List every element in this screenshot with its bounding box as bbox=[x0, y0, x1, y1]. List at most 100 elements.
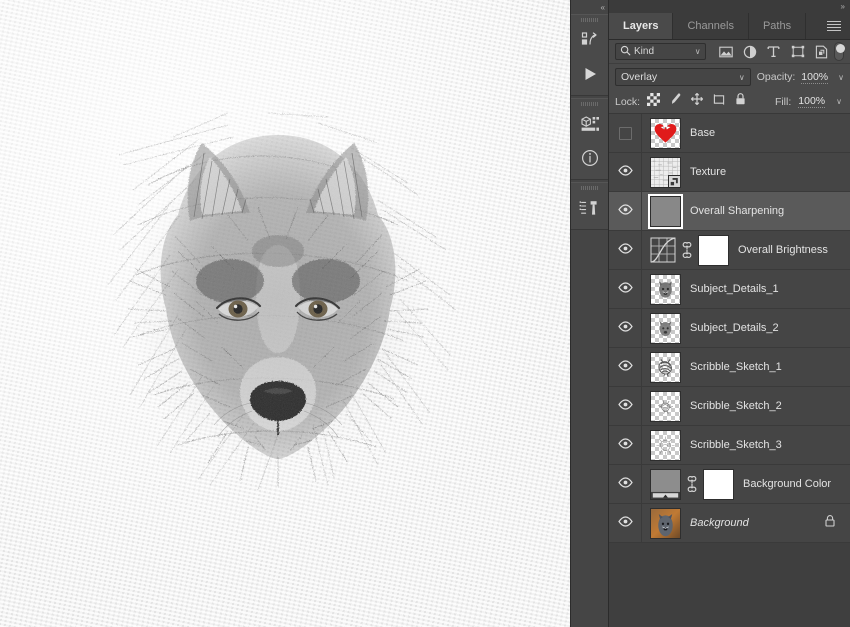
layer-thumbnail-cell[interactable] bbox=[642, 390, 681, 422]
eye-visible-icon[interactable] bbox=[617, 163, 633, 181]
blend-mode-select[interactable]: Overlay ∨ bbox=[615, 68, 751, 86]
layer-row[interactable]: Base bbox=[609, 114, 850, 153]
layer-visibility-toggle[interactable] bbox=[609, 348, 642, 386]
layer-row[interactable]: Subject_Details_1 bbox=[609, 270, 850, 309]
eye-visible-icon[interactable] bbox=[617, 475, 633, 493]
opacity-value[interactable]: 100% bbox=[801, 71, 829, 84]
layer-thumbnail[interactable] bbox=[650, 507, 681, 539]
filter-pixel-icon[interactable] bbox=[714, 42, 738, 62]
eye-visible-icon[interactable] bbox=[617, 397, 633, 415]
layer-thumbnail-cell[interactable] bbox=[642, 234, 729, 266]
layer-thumbnail[interactable] bbox=[650, 351, 681, 383]
layer-thumbnail[interactable] bbox=[650, 156, 681, 188]
rail-grip[interactable] bbox=[571, 99, 608, 107]
layer-visibility-toggle[interactable] bbox=[609, 114, 642, 152]
layer-visibility-toggle[interactable] bbox=[609, 270, 642, 308]
properties-icon[interactable] bbox=[571, 107, 608, 141]
curves-adjustment-icon[interactable] bbox=[650, 237, 676, 263]
rail-grip[interactable] bbox=[571, 15, 608, 23]
chevron-down-icon[interactable]: ∨ bbox=[739, 73, 745, 82]
panel-collapse-button[interactable]: » bbox=[609, 0, 850, 13]
layer-thumbnail-cell[interactable] bbox=[642, 273, 681, 305]
layer-thumbnail[interactable] bbox=[650, 390, 681, 422]
layer-thumbnail-cell[interactable] bbox=[642, 507, 681, 539]
layer-row[interactable]: Background Color bbox=[609, 465, 850, 504]
layer-filter-row: Kind ∨ bbox=[609, 40, 850, 64]
lock-artboard-nesting-icon[interactable] bbox=[712, 93, 726, 111]
mask-link-icon[interactable] bbox=[681, 242, 693, 258]
layer-visibility-toggle[interactable] bbox=[609, 504, 642, 542]
layer-thumbnail-cell[interactable] bbox=[642, 156, 681, 188]
lock-image-pixels-icon[interactable] bbox=[668, 92, 682, 111]
layer-thumbnail[interactable] bbox=[650, 117, 681, 149]
layer-thumbnail[interactable] bbox=[650, 273, 681, 305]
layer-visibility-toggle[interactable] bbox=[609, 465, 642, 503]
layers-list[interactable]: Base Texture Overall Sharpening Overall … bbox=[609, 114, 850, 627]
layer-thumbnail-cell[interactable] bbox=[642, 193, 683, 229]
rail-collapse-button[interactable]: « bbox=[571, 0, 608, 14]
chevron-down-icon[interactable]: ∨ bbox=[695, 47, 701, 56]
eye-hidden-icon[interactable] bbox=[618, 126, 632, 140]
filter-smart-object-icon[interactable] bbox=[810, 42, 834, 62]
lock-position-icon[interactable] bbox=[690, 92, 704, 111]
eye-visible-icon[interactable] bbox=[617, 436, 633, 454]
layer-visibility-toggle[interactable] bbox=[609, 309, 642, 347]
layer-thumbnail[interactable] bbox=[650, 312, 681, 344]
thumbnail-fill bbox=[651, 196, 680, 226]
layer-thumbnail-cell[interactable] bbox=[642, 117, 681, 149]
clone-source-icon[interactable] bbox=[571, 191, 608, 225]
layer-row[interactable]: Overall Sharpening bbox=[609, 192, 850, 231]
fill-value[interactable]: 100% bbox=[798, 95, 826, 108]
layer-visibility-toggle[interactable] bbox=[609, 192, 642, 230]
layer-thumbnail[interactable] bbox=[648, 193, 683, 229]
info-icon[interactable] bbox=[571, 141, 608, 175]
opacity-label: Opacity: bbox=[756, 71, 796, 83]
eye-visible-icon[interactable] bbox=[617, 514, 633, 532]
layer-thumbnail-cell[interactable] bbox=[642, 312, 681, 344]
fill-chevron-down-icon[interactable]: ∨ bbox=[836, 97, 842, 106]
tab-channels[interactable]: Channels bbox=[673, 13, 749, 39]
libraries-icon[interactable] bbox=[571, 23, 608, 57]
layer-row[interactable]: Texture bbox=[609, 153, 850, 192]
layer-row[interactable]: Scribble_Sketch_1 bbox=[609, 348, 850, 387]
layer-row[interactable]: Overall Brightness bbox=[609, 231, 850, 270]
filter-shape-icon[interactable] bbox=[786, 42, 810, 62]
layer-thumbnail[interactable] bbox=[650, 429, 681, 461]
eye-visible-icon[interactable] bbox=[617, 358, 633, 376]
layer-thumbnail-cell[interactable] bbox=[642, 351, 681, 383]
document-canvas[interactable] bbox=[0, 0, 570, 627]
layer-mask-thumbnail[interactable] bbox=[698, 234, 729, 266]
layer-thumbnail-cell[interactable] bbox=[642, 429, 681, 461]
lock-all-icon[interactable] bbox=[734, 92, 747, 111]
eye-visible-icon[interactable] bbox=[617, 280, 633, 298]
lock-transparent-pixels-icon[interactable] bbox=[647, 92, 661, 111]
dock-icon-rail: « bbox=[570, 0, 608, 627]
layer-row[interactable]: Scribble_Sketch_3 bbox=[609, 426, 850, 465]
eye-visible-icon[interactable] bbox=[617, 241, 633, 259]
layer-visibility-toggle[interactable] bbox=[609, 426, 642, 464]
opacity-chevron-down-icon[interactable]: ∨ bbox=[838, 73, 844, 82]
layer-visibility-toggle[interactable] bbox=[609, 231, 642, 269]
layer-visibility-toggle[interactable] bbox=[609, 387, 642, 425]
layer-thumbnail-cell[interactable] bbox=[642, 468, 734, 500]
layer-row[interactable]: Subject_Details_2 bbox=[609, 309, 850, 348]
rail-grip[interactable] bbox=[571, 183, 608, 191]
layer-row[interactable]: Background bbox=[609, 504, 850, 543]
rail-group-3 bbox=[571, 182, 608, 230]
layer-thumbnail[interactable] bbox=[650, 468, 681, 500]
layer-mask-thumbnail[interactable] bbox=[703, 468, 734, 500]
play-action-icon[interactable] bbox=[571, 57, 608, 91]
eye-visible-icon[interactable] bbox=[617, 319, 633, 337]
filter-type-icon[interactable] bbox=[762, 42, 786, 62]
layer-row[interactable]: Scribble_Sketch_2 bbox=[609, 387, 850, 426]
filter-kind-select[interactable]: Kind ∨ bbox=[615, 43, 706, 60]
mask-link-icon[interactable] bbox=[686, 476, 698, 492]
eye-visible-icon[interactable] bbox=[617, 202, 633, 220]
filter-adjustment-icon[interactable] bbox=[738, 42, 762, 62]
tab-layers[interactable]: Layers bbox=[609, 13, 674, 39]
lock-label: Lock: bbox=[615, 95, 641, 108]
layer-visibility-toggle[interactable] bbox=[609, 153, 642, 191]
filter-toggle-switch[interactable] bbox=[833, 42, 846, 61]
tab-paths[interactable]: Paths bbox=[748, 13, 807, 39]
panel-menu-icon[interactable] bbox=[818, 13, 850, 39]
